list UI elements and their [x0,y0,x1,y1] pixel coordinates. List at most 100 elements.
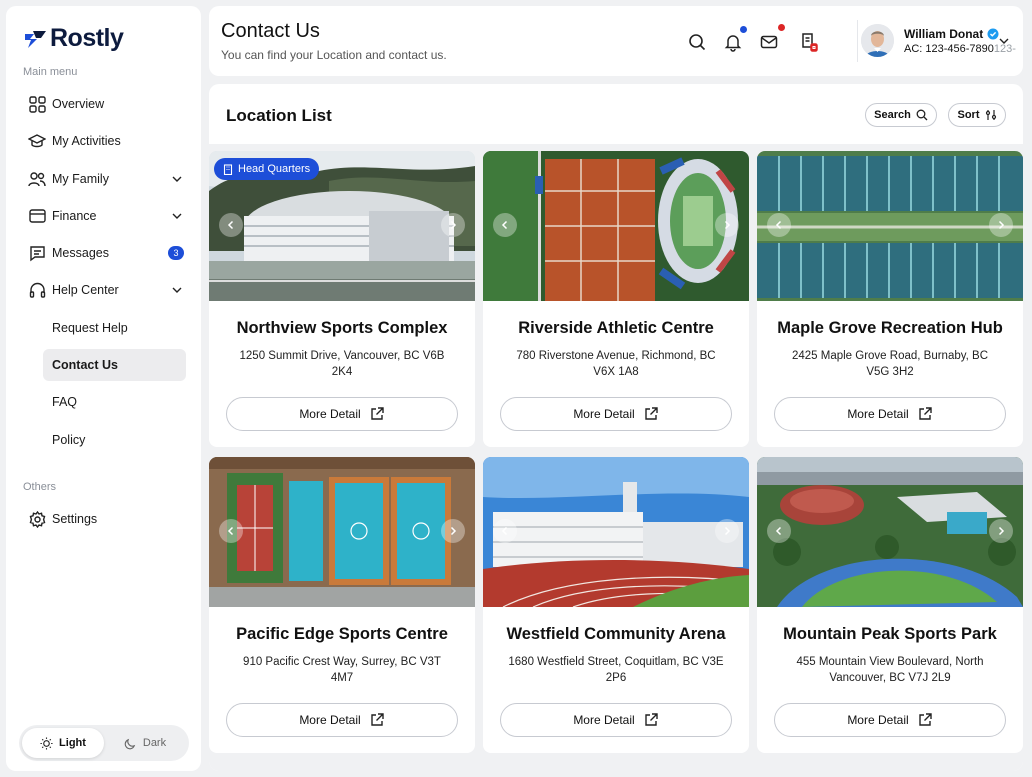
chevron-down-icon[interactable] [997,34,1011,48]
location-address: 455 Mountain View Boulevard, North Vanco… [796,656,984,684]
more-detail-button[interactable]: More Detail [774,703,1006,737]
location-card: Riverside Athletic Centre 780 Riverstone… [483,151,749,447]
gear-icon [28,510,46,528]
theme-dark-label: Dark [142,737,167,749]
location-name: Westfield Community Arena [506,625,726,643]
chevron-down-icon[interactable] [170,172,184,186]
sidebar-item-label: Overview [52,97,105,111]
more-detail-button[interactable]: More Detail [774,397,1006,431]
location-photo: Head Quarters [209,151,475,301]
theme-light-button[interactable]: Light [22,728,104,758]
carousel-next-button[interactable] [441,213,465,237]
sidebar-subitem-request-help[interactable]: Request Help [22,312,192,344]
location-card: Maple Grove Recreation Hub 2425 Maple Gr… [757,151,1023,447]
header-divider [857,20,858,62]
more-detail-button[interactable]: More Detail [500,703,732,737]
sidebar-item-settings[interactable]: Settings [22,503,192,535]
section-title: Location List [226,106,332,125]
search-button[interactable]: Search [865,103,937,127]
carousel-next-button[interactable] [441,519,465,543]
carousel-next-button[interactable] [715,213,739,237]
mail-icon[interactable] [759,32,779,52]
search-button-label: Search [874,109,911,121]
more-detail-label: More Detail [847,713,909,727]
sidebar-item-label: Help Center [52,283,119,298]
logo-icon [25,30,46,48]
search-icon[interactable] [687,32,707,52]
more-detail-label: More Detail [573,713,635,727]
carousel-prev-button[interactable] [767,213,791,237]
more-detail-button[interactable]: More Detail [226,397,458,431]
others-label: Others [23,481,57,493]
chevron-left-icon [227,526,234,536]
moon-icon [124,738,136,749]
chevron-left-icon [501,220,508,230]
sidebar-item-finance[interactable]: Finance [22,200,192,232]
external-link-icon [370,407,384,420]
sidebar-subitem-policy[interactable]: Policy [22,424,192,456]
carousel-prev-button[interactable] [493,213,517,237]
location-photo [209,457,475,607]
bell-icon[interactable] [723,32,743,52]
location-card: Mountain Peak Sports Park 455 Mountain V… [757,457,1023,753]
sidebar-item-my-activities[interactable]: My Activities [22,125,192,157]
location-photo [483,457,749,607]
more-detail-label: More Detail [847,407,909,421]
carousel-prev-button[interactable] [493,519,517,543]
chevron-left-icon [775,526,782,536]
headquarters-label: Head Quarters [238,163,311,175]
sidebar-item-help-center[interactable]: Help Center [22,274,192,306]
location-address: 780 Riverstone Avenue, Richmond, BC V6X … [516,350,716,378]
more-detail-button[interactable]: More Detail [226,703,458,737]
carousel-next-button[interactable] [989,213,1013,237]
more-detail-label: More Detail [573,407,635,421]
location-name: Pacific Edge Sports Centre [236,625,448,643]
sidebar-item-overview[interactable]: Overview [22,88,192,120]
chevron-left-icon [775,220,782,230]
avatar[interactable] [861,24,894,57]
messages-count-badge: 3 [168,246,184,261]
location-card: Westfield Community Arena 1680 Westfield… [483,457,749,753]
location-address: 910 Pacific Crest Way, Surrey, BC V3T 4M… [243,656,441,684]
carousel-next-button[interactable] [989,519,1013,543]
sidebar-item-messages[interactable]: Messages 3 [22,237,192,269]
chevron-down-icon[interactable] [170,283,184,297]
carousel-prev-button[interactable] [767,519,791,543]
sidebar-item-label: My Family [52,171,109,186]
carousel-next-button[interactable] [715,519,739,543]
chevron-left-icon [227,220,234,230]
location-photo [757,151,1023,301]
graduation-cap-icon [28,132,46,150]
location-address: 1680 Westfield Street, Coquitlam, BC V3E… [508,656,724,684]
external-link-icon [918,407,932,420]
carousel-prev-button[interactable] [219,519,243,543]
chevron-right-icon [724,220,731,230]
notification-dot [740,26,747,33]
sidebar-item-label: Finance [52,208,97,223]
page-title: Contact Us [221,20,320,42]
message-icon [28,244,46,262]
sidebar-subitem-faq[interactable]: FAQ [22,386,192,418]
sidebar-subitem-contact-us[interactable]: Contact Us [43,349,186,382]
chevron-right-icon [450,220,457,230]
carousel-prev-button[interactable] [219,213,243,237]
sidebar-item-label: Request Help [52,320,128,335]
users-icon [28,170,46,188]
credit-card-icon [28,207,46,225]
location-card: Pacific Edge Sports Centre 910 Pacific C… [209,457,475,753]
sidebar-item-label: Settings [52,512,98,526]
main-nav: Overview My Activities My Family Finance [22,88,192,461]
sort-button[interactable]: Sort [948,103,1006,127]
chevron-down-icon[interactable] [170,209,184,223]
sidebar-item-my-family[interactable]: My Family [22,163,192,195]
more-detail-button[interactable]: More Detail [500,397,732,431]
document-icon[interactable] [799,32,819,52]
sun-icon [40,736,53,750]
brand-logo[interactable]: Rostly [24,24,124,53]
theme-light-label: Light [59,737,86,749]
sidebar-item-label: Contact Us [52,358,118,373]
sliders-icon [985,110,996,120]
theme-dark-button[interactable]: Dark [104,728,186,758]
more-detail-label: More Detail [299,407,361,421]
sidebar-item-label: My Activities [52,134,121,149]
